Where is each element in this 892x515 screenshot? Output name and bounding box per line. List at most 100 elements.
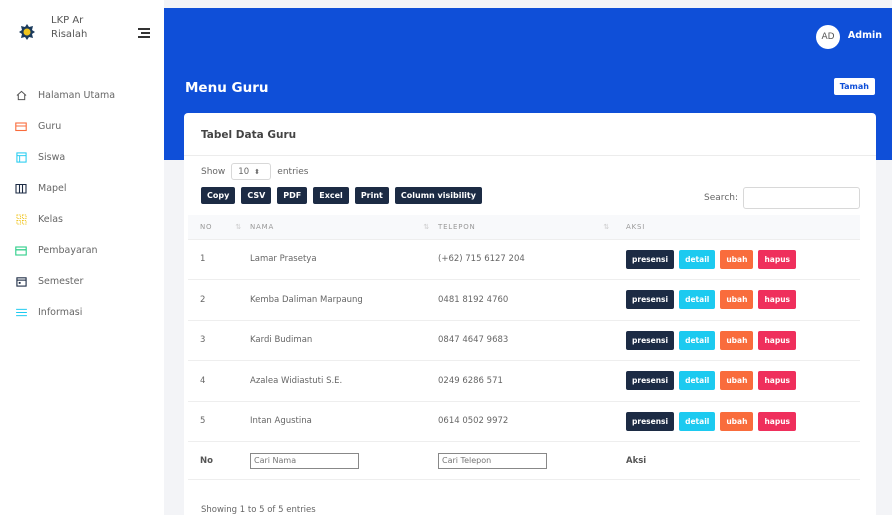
sidebar-item-halaman-utama[interactable]: Halaman Utama xyxy=(0,80,164,111)
ubah-button[interactable]: ubah xyxy=(720,290,754,310)
detail-button[interactable]: detail xyxy=(679,371,716,391)
detail-button[interactable]: detail xyxy=(679,411,716,431)
home-icon xyxy=(15,90,27,102)
presensi-button[interactable]: presensi xyxy=(626,290,675,310)
sidebar-item-siswa[interactable]: Siswa xyxy=(0,142,164,173)
hapus-button[interactable]: hapus xyxy=(758,411,797,431)
print-button[interactable]: Print xyxy=(354,187,389,204)
divider xyxy=(184,155,876,156)
sidebar-nav: Halaman Utama Guru Siswa Mapel Kelas Pem… xyxy=(0,80,164,328)
entries-length-control: Show 10 ⬍ entries xyxy=(201,163,309,180)
brand: LKP Ar Risalah xyxy=(0,0,164,62)
user-name[interactable]: Admin xyxy=(848,30,882,41)
presensi-button[interactable]: presensi xyxy=(626,411,675,431)
search-control: Search: xyxy=(704,187,860,209)
sidebar-item-mapel[interactable]: Mapel xyxy=(0,173,164,204)
ubah-button[interactable]: ubah xyxy=(720,371,754,391)
sidebar-item-semester[interactable]: Semester xyxy=(0,266,164,297)
entries-value: 10 xyxy=(238,166,250,177)
ubah-button[interactable]: ubah xyxy=(720,411,754,431)
card-title: Tabel Data Guru xyxy=(201,129,297,141)
sort-icon: ⇅ xyxy=(235,223,242,231)
sidebar-item-label: Pembayaran xyxy=(38,245,98,256)
detail-button[interactable]: detail xyxy=(679,290,716,310)
sidebar-item-label: Siswa xyxy=(38,152,66,163)
guru-table: NO ⇅ NAMA ⇅ TELEPON ⇅ AKSI 1 Lamar Prasetya(… xyxy=(188,215,860,480)
data-card: Tabel Data Guru Show 10 ⬍ entries Copy C… xyxy=(184,113,876,515)
class-icon xyxy=(15,214,27,226)
student-icon xyxy=(15,152,27,164)
sidebar-item-pembayaran[interactable]: Pembayaran xyxy=(0,235,164,266)
sidebar-item-label: Mapel xyxy=(38,183,67,194)
table-row: 5 Intan Agustina 0614 0502 9972 presensi det… xyxy=(188,401,860,442)
sort-icon: ⇅ xyxy=(603,223,610,231)
csv-button[interactable]: CSV xyxy=(241,187,272,204)
sidebar: LKP Ar Risalah Halaman Utama Guru Siswa xyxy=(0,0,164,515)
excel-button[interactable]: Excel xyxy=(313,187,349,204)
brand-name: LKP Ar Risalah xyxy=(51,15,88,40)
select-arrows-icon: ⬍ xyxy=(254,167,260,176)
filter-telepon-input[interactable] xyxy=(438,452,547,469)
search-input[interactable] xyxy=(743,187,860,209)
footer-no: No xyxy=(188,441,250,480)
cell-telepon: 0481 8192 4760 xyxy=(438,279,618,321)
menu-toggle-icon[interactable] xyxy=(138,28,150,38)
filter-nama-input[interactable] xyxy=(250,452,359,469)
sidebar-item-label: Semester xyxy=(38,276,84,287)
column-header-nama[interactable]: NAMA ⇅ xyxy=(250,215,438,240)
footer-aksi: Aksi xyxy=(618,441,860,480)
payment-icon xyxy=(15,245,27,257)
list-icon xyxy=(15,307,27,319)
column-header-telepon[interactable]: TELEPON ⇅ xyxy=(438,215,618,240)
sidebar-item-label: Guru xyxy=(38,121,62,132)
entries-select[interactable]: 10 ⬍ xyxy=(231,163,272,180)
cell-telepon: 0614 0502 9972 xyxy=(438,401,618,442)
page-title: Menu Guru xyxy=(185,80,269,96)
teacher-icon xyxy=(15,121,27,133)
presensi-button[interactable]: presensi xyxy=(626,330,675,350)
table-info: Showing 1 to 5 of 5 entries xyxy=(201,505,316,515)
sidebar-item-informasi[interactable]: Informasi xyxy=(0,297,164,328)
avatar[interactable]: AD xyxy=(816,25,840,49)
hapus-button[interactable]: hapus xyxy=(758,249,797,269)
entries-label: entries xyxy=(277,166,309,177)
search-label: Search: xyxy=(704,193,738,203)
detail-button[interactable]: detail xyxy=(679,330,716,350)
table-row: 3 Kardi Budiman 0847 4647 9683 presensi deta… xyxy=(188,320,860,361)
sidebar-item-label: Halaman Utama xyxy=(38,90,116,101)
detail-button[interactable]: detail xyxy=(679,249,716,269)
cell-no: 2 xyxy=(188,279,250,321)
cell-telepon: 0847 4647 9683 xyxy=(438,320,618,361)
cell-aksi: presensi detail ubah hapus xyxy=(618,320,860,361)
table-row: 1 Lamar Prasetya (+62) 715 6127 204 presens… xyxy=(188,239,860,280)
pdf-button[interactable]: PDF xyxy=(277,187,308,204)
cell-telepon: 0249 6286 571 xyxy=(438,360,618,402)
cell-no: 3 xyxy=(188,320,250,361)
cell-nama: Kardi Budiman xyxy=(250,320,438,361)
column-visibility-button[interactable]: Column visibility xyxy=(394,187,482,204)
cell-aksi: presensi detail ubah hapus xyxy=(618,279,860,321)
ubah-button[interactable]: ubah xyxy=(720,330,754,350)
table-row: 2 Kemba Daliman Marpaung 0481 8192 4760 pre… xyxy=(188,279,860,321)
hapus-button[interactable]: hapus xyxy=(758,330,797,350)
cell-no: 4 xyxy=(188,360,250,402)
table-row: 4 Azalea Widiastuti S.E. 0249 6286 571 pres… xyxy=(188,360,860,402)
cell-aksi: presensi detail ubah hapus xyxy=(618,401,860,442)
cell-aksi: presensi detail ubah hapus xyxy=(618,239,860,280)
sidebar-item-kelas[interactable]: Kelas xyxy=(0,204,164,235)
cell-no: 1 xyxy=(188,239,250,280)
ubah-button[interactable]: ubah xyxy=(720,249,754,269)
column-header-no[interactable]: NO ⇅ xyxy=(188,215,250,240)
sidebar-item-guru[interactable]: Guru xyxy=(0,111,164,142)
copy-button[interactable]: Copy xyxy=(201,187,236,204)
add-button[interactable]: Tamah xyxy=(833,78,875,95)
show-label: Show xyxy=(201,166,226,177)
table-footer-row: No Aksi xyxy=(188,441,860,480)
book-icon xyxy=(15,183,27,195)
hapus-button[interactable]: hapus xyxy=(758,290,797,310)
presensi-button[interactable]: presensi xyxy=(626,249,675,269)
hapus-button[interactable]: hapus xyxy=(758,371,797,391)
presensi-button[interactable]: presensi xyxy=(626,371,675,391)
cell-no: 5 xyxy=(188,401,250,442)
cell-nama: Azalea Widiastuti S.E. xyxy=(250,360,438,402)
